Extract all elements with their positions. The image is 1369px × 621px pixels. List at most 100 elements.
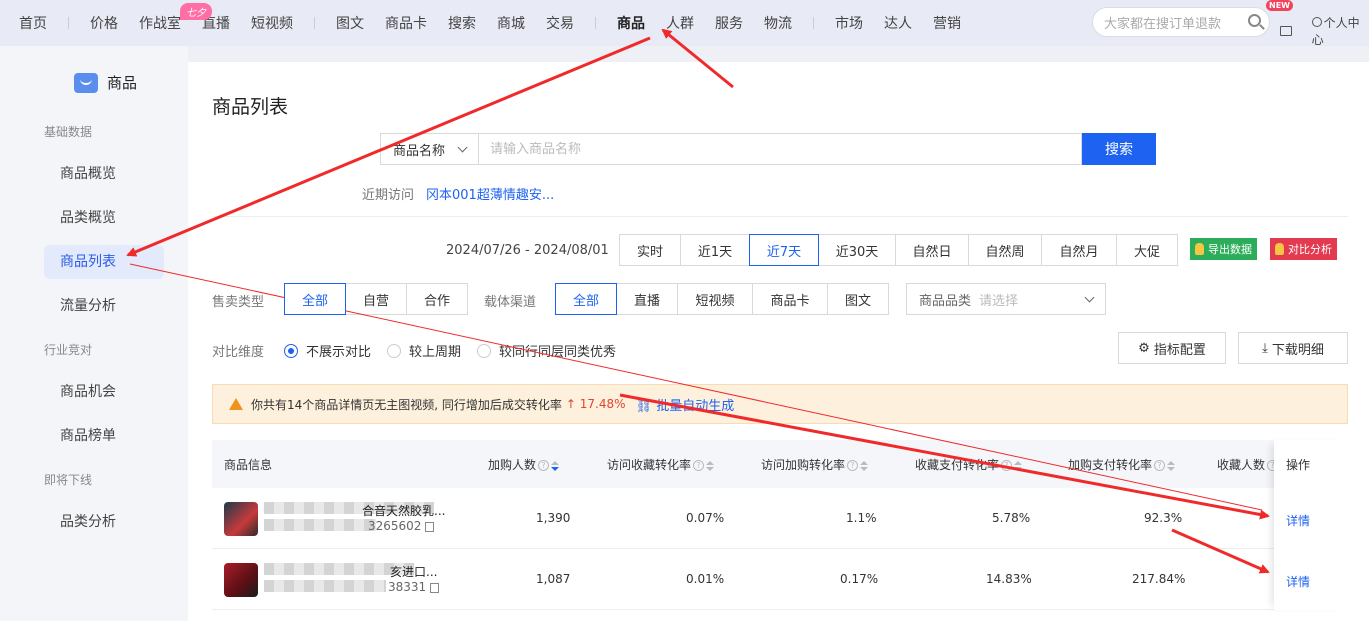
th-fav-pay-rate[interactable]: 收藏支付转化率?: [915, 456, 1023, 473]
radio-peer-excellent[interactable]: [477, 343, 492, 358]
product-thumbnail[interactable]: [224, 502, 258, 536]
nav-item[interactable]: 短视频: [251, 13, 293, 33]
sidebar-item-product-opportunity[interactable]: 商品机会: [44, 375, 164, 409]
recent-visit-link[interactable]: 冈本001超薄情趣安...: [426, 188, 554, 203]
period-natural-day[interactable]: 自然日: [895, 234, 969, 266]
compare-analysis-button[interactable]: 对比分析: [1270, 238, 1337, 260]
detail-link[interactable]: 详情: [1286, 573, 1310, 590]
product-name[interactable]: 合音天然胶乳...: [362, 502, 445, 519]
period-realtime[interactable]: 实时: [619, 234, 681, 266]
shopping-bag-icon: [74, 72, 98, 93]
nav-item[interactable]: 图文: [336, 13, 364, 33]
channel-product-card[interactable]: 商品卡: [752, 283, 828, 315]
sale-type-all[interactable]: 全部: [284, 283, 346, 315]
nav-item[interactable]: 市场: [835, 13, 863, 33]
period-30days[interactable]: 近30天: [818, 234, 896, 266]
help-icon[interactable]: ?: [1001, 460, 1013, 471]
chevron-down-icon: [457, 142, 468, 153]
channel-short-video[interactable]: 短视频: [677, 283, 753, 315]
warning-icon: [229, 398, 243, 410]
period-natural-month[interactable]: 自然月: [1041, 234, 1117, 266]
batch-generate-link[interactable]: ⛓ 批量自动生成: [636, 395, 735, 414]
nav-item[interactable]: 人群: [666, 13, 694, 33]
gear-icon: ⚙: [1138, 340, 1150, 356]
nav-item[interactable]: 价格: [90, 13, 118, 33]
sidebar-item-product-list[interactable]: 商品列表: [44, 245, 164, 279]
th-visit-cart-rate[interactable]: 访问加购转化率?: [761, 456, 869, 473]
metric-config-button[interactable]: ⚙ 指标配置: [1118, 332, 1226, 364]
category-select[interactable]: 商品品类 请选择: [906, 283, 1106, 315]
period-1day[interactable]: 近1天: [680, 234, 750, 266]
redacted-mask: [264, 519, 376, 531]
nav-item[interactable]: 商品: [617, 13, 645, 33]
th-fav-users-label: 收藏人数: [1217, 458, 1266, 472]
copy-icon[interactable]: [425, 521, 435, 532]
radio-peer-excellent-label: 较同行同层同类优秀: [499, 345, 617, 360]
period-promotion[interactable]: 大促: [1116, 234, 1178, 266]
sort-icon[interactable]: [1014, 460, 1023, 471]
nav-item[interactable]: 服务: [715, 13, 743, 33]
nav-item[interactable]: 搜索: [448, 13, 476, 33]
channel-all[interactable]: 全部: [555, 283, 617, 315]
th-visit-fav-rate[interactable]: 访问收藏转化率?: [607, 456, 715, 473]
cell-visit-fav-rate: 0.07%: [686, 511, 725, 525]
help-icon[interactable]: ?: [1154, 460, 1166, 471]
search-button[interactable]: 搜索: [1082, 133, 1156, 165]
nav-item[interactable]: 作战室: [139, 13, 181, 33]
product-thumbnail[interactable]: [224, 563, 258, 597]
period-natural-week[interactable]: 自然周: [968, 234, 1042, 266]
sidebar-item-product-overview[interactable]: 商品概览: [44, 157, 164, 191]
sidebar-item-category-overview[interactable]: 品类概览: [44, 201, 164, 235]
cell-cart-pay-rate: 217.84%: [1132, 572, 1186, 586]
sidebar-item-product-ranking[interactable]: 商品榜单: [44, 419, 164, 453]
radio-no-compare[interactable]: [284, 343, 298, 358]
nav-item[interactable]: 达人: [884, 13, 912, 33]
nav-item[interactable]: 商品卡: [385, 13, 427, 33]
download-detail-button[interactable]: ⤓ 下载明细: [1238, 332, 1348, 364]
nav-item[interactable]: 交易: [546, 13, 574, 33]
export-data-button[interactable]: 导出数据: [1190, 238, 1257, 260]
search-field-select[interactable]: 商品名称: [380, 133, 478, 165]
sidebar-item-traffic-analysis[interactable]: 流量分析: [44, 289, 164, 323]
help-icon[interactable]: ?: [538, 460, 550, 471]
help-icon[interactable]: ?: [847, 460, 859, 471]
sort-icon[interactable]: [551, 460, 560, 471]
th-cart-users[interactable]: 加购人数?: [488, 456, 560, 473]
monitor-icon[interactable]: [1280, 26, 1292, 36]
detail-link[interactable]: 详情: [1286, 512, 1310, 529]
sale-type-self[interactable]: 自营: [345, 283, 407, 315]
radio-last-period[interactable]: [387, 343, 402, 358]
sort-icon[interactable]: [1167, 460, 1176, 471]
compare-dim-radios: 不展示对比 较上周期 较同行同层同类优秀: [284, 341, 632, 360]
sale-type-cooperation[interactable]: 合作: [406, 283, 468, 315]
sidebar-item-category-analysis[interactable]: 品类分析: [44, 505, 164, 539]
channel-label: 载体渠道: [484, 295, 537, 310]
copy-icon[interactable]: [430, 582, 440, 593]
batch-generate-label: 批量自动生成: [656, 398, 735, 414]
channel-live[interactable]: 直播: [616, 283, 678, 315]
help-icon[interactable]: ?: [693, 460, 705, 471]
th-fav-users[interactable]: 收藏人数?: [1217, 456, 1279, 473]
global-search-input[interactable]: 大家都在搜订单退款: [1092, 7, 1270, 37]
radio-last-period-label: 较上周期: [409, 345, 462, 360]
search-icon[interactable]: [1248, 14, 1261, 27]
sidebar-group-basic: 基础数据: [44, 125, 93, 139]
sort-icon[interactable]: [706, 460, 715, 471]
th-product-info: 商品信息: [224, 458, 273, 472]
nav-item[interactable]: 物流: [764, 13, 792, 33]
nav-item[interactable]: 商城: [497, 13, 525, 33]
cell-visit-fav-rate: 0.01%: [686, 572, 725, 586]
th-cart-pay-rate[interactable]: 加购支付转化率?: [1068, 456, 1176, 473]
nav-item[interactable]: 营销: [933, 13, 961, 33]
cell-cart-users: 1,390: [536, 511, 571, 525]
product-name-input[interactable]: [478, 133, 1082, 165]
nav-item[interactable]: 首页: [19, 13, 47, 33]
sort-icon[interactable]: [860, 460, 869, 471]
compare-analysis-label: 对比分析: [1288, 243, 1332, 256]
channel-graphic[interactable]: 图文: [827, 283, 889, 315]
product-id: 38331: [388, 580, 440, 594]
product-name[interactable]: 亥进口...: [390, 563, 437, 580]
date-range[interactable]: 2024/07/26 - 2024/08/01: [446, 243, 609, 258]
period-7days[interactable]: 近7天: [749, 234, 819, 266]
user-center-link[interactable]: 个人中心: [1311, 14, 1369, 48]
